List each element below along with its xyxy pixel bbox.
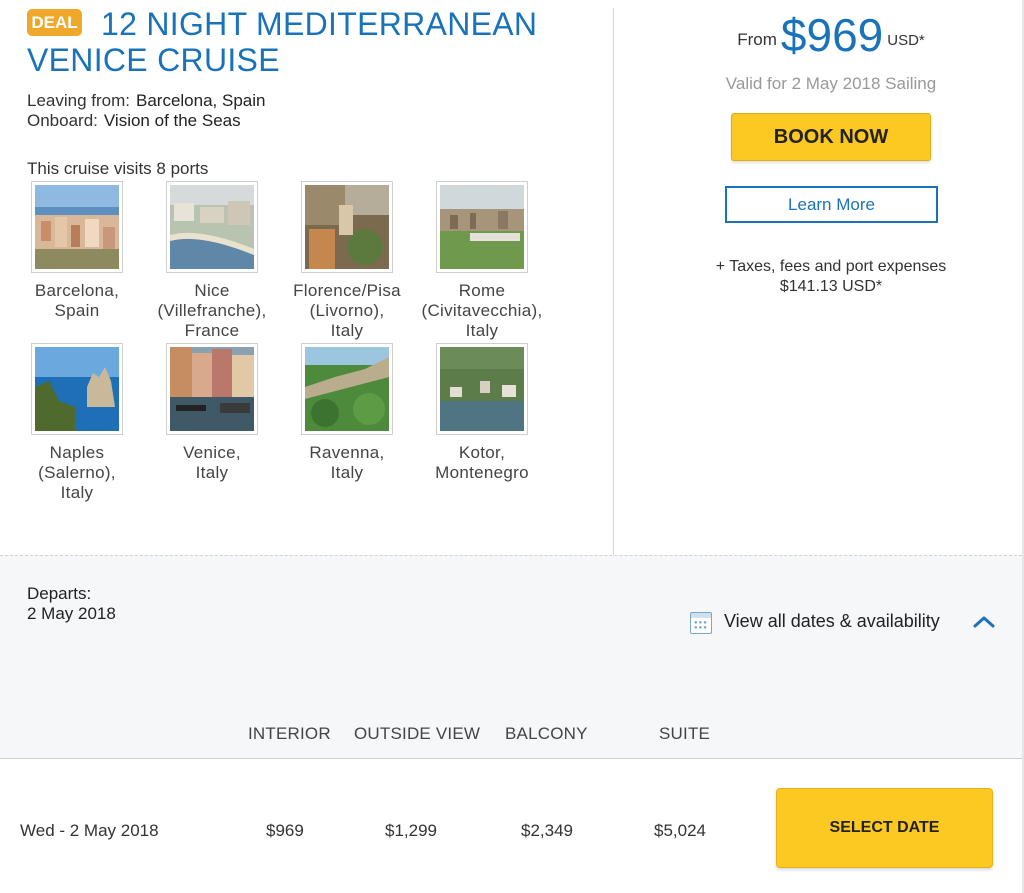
port-name: Kotor, Montenegro [435, 443, 529, 482]
port-image-frame[interactable] [436, 343, 528, 435]
port-ravenna[interactable]: Ravenna, Italy [282, 343, 412, 483]
column-header-suite: SUITE [659, 724, 711, 743]
onboard-label: Onboard: [27, 111, 98, 130]
port-image-frame[interactable] [301, 181, 393, 273]
leaving-from-value: Barcelona, Spain [136, 91, 266, 110]
port-name: Nice (Villefranche), France [157, 281, 267, 340]
column-header-interior: INTERIOR [248, 724, 331, 743]
port-image-frame[interactable] [436, 181, 528, 273]
select-date-button[interactable]: SELECT DATE [776, 788, 993, 868]
port-name: Naples (Salerno), Italy [38, 443, 116, 502]
interior-price: $969 [266, 821, 304, 840]
ports-count-text: This cruise visits 8 ports [27, 159, 209, 178]
currency-label: USD* [887, 32, 925, 49]
port-naples[interactable]: Naples (Salerno), Italy [12, 343, 142, 503]
port-florence-pisa[interactable]: Florence/Pisa (Livorno), Italy [282, 181, 412, 341]
port-barcelona[interactable]: Barcelona, Spain [12, 181, 142, 321]
departs-date: 2 May 2018 [27, 604, 116, 623]
naples-photo [35, 347, 119, 431]
departs-label: Departs: [27, 584, 92, 603]
departures-panel: Departs: 2 May 2018 ●●● ●●● View all date… [0, 555, 1022, 893]
taxes-amount: $141.13 USD* [779, 278, 883, 295]
nice-photo [170, 185, 254, 269]
learn-more-button[interactable]: Learn More [725, 186, 938, 223]
sailing-date: Wed - 2 May 2018 [20, 821, 159, 840]
barcelona-photo [35, 185, 119, 269]
kotor-photo [440, 347, 524, 431]
port-image-frame[interactable] [166, 181, 258, 273]
price-row: From$969 USD* [614, 8, 1024, 62]
taxes-note: + Taxes, fees and port expenses $141.13 … [614, 257, 1024, 297]
calendar-icon[interactable]: ●●● ●●● [690, 612, 712, 634]
column-header-balcony: BALCONY [505, 724, 588, 743]
calendar-icon-header [691, 613, 711, 618]
calendar-icon-grid: ●●● ●●● [694, 620, 708, 631]
port-kotor[interactable]: Kotor, Montenegro [417, 343, 547, 483]
cruise-info: 12 NIGHT MEDITERRANEAN VENICE CRUISE DEA… [0, 0, 614, 555]
venice-photo [170, 347, 254, 431]
port-name: Rome (Civitavecchia), Italy [421, 281, 543, 340]
port-name: Ravenna, Italy [309, 443, 385, 482]
outside-view-price: $1,299 [385, 821, 437, 840]
balcony-price: $2,349 [521, 821, 573, 840]
ravenna-photo [305, 347, 389, 431]
port-venice[interactable]: Venice, Italy [147, 343, 277, 483]
port-image-frame[interactable] [31, 181, 123, 273]
chevron-up-icon[interactable] [972, 611, 996, 631]
taxes-line: + Taxes, fees and port expenses [715, 258, 947, 275]
price-value: $969 [780, 9, 884, 61]
leaving-from-label: Leaving from: [27, 91, 130, 110]
deal-badge: DEAL [27, 9, 82, 36]
port-image-frame[interactable] [166, 343, 258, 435]
port-nice[interactable]: Nice (Villefranche), France [147, 181, 277, 341]
onboard-value: Vision of the Seas [103, 111, 241, 130]
from-label: From [737, 30, 777, 49]
port-image-frame[interactable] [301, 343, 393, 435]
onboard: Onboard: Vision of the Seas [27, 111, 241, 131]
suite-price: $5,024 [654, 821, 706, 840]
port-image-frame[interactable] [31, 343, 123, 435]
port-rome[interactable]: Rome (Civitavecchia), Italy [417, 181, 547, 341]
cruise-title[interactable]: 12 NIGHT MEDITERRANEAN VENICE CRUISE [27, 6, 587, 78]
leaving-from: Leaving from: Barcelona, Spain [27, 91, 265, 111]
port-name: Florence/Pisa (Livorno), Italy [293, 281, 401, 340]
column-header-outside-view: OUTSIDE VIEW [354, 724, 481, 743]
price-panel: From$969 USD* Valid for 2 May 2018 Sailin… [614, 0, 1024, 555]
view-all-dates-link[interactable]: View all dates & availability [724, 611, 940, 632]
port-name: Venice, Italy [183, 443, 241, 482]
port-name: Barcelona, Spain [34, 281, 120, 320]
book-now-button[interactable]: BOOK NOW [731, 113, 931, 161]
cruise-summary: 12 NIGHT MEDITERRANEAN VENICE CRUISE DEA… [0, 0, 1024, 555]
valid-sailing-text: Valid for 2 May 2018 Sailing [725, 74, 937, 93]
florence-photo [305, 185, 389, 269]
rome-photo [440, 185, 524, 269]
table-row: Wed - 2 May 2018 $969 $1,299 $2,349 $5,0… [0, 759, 1022, 893]
